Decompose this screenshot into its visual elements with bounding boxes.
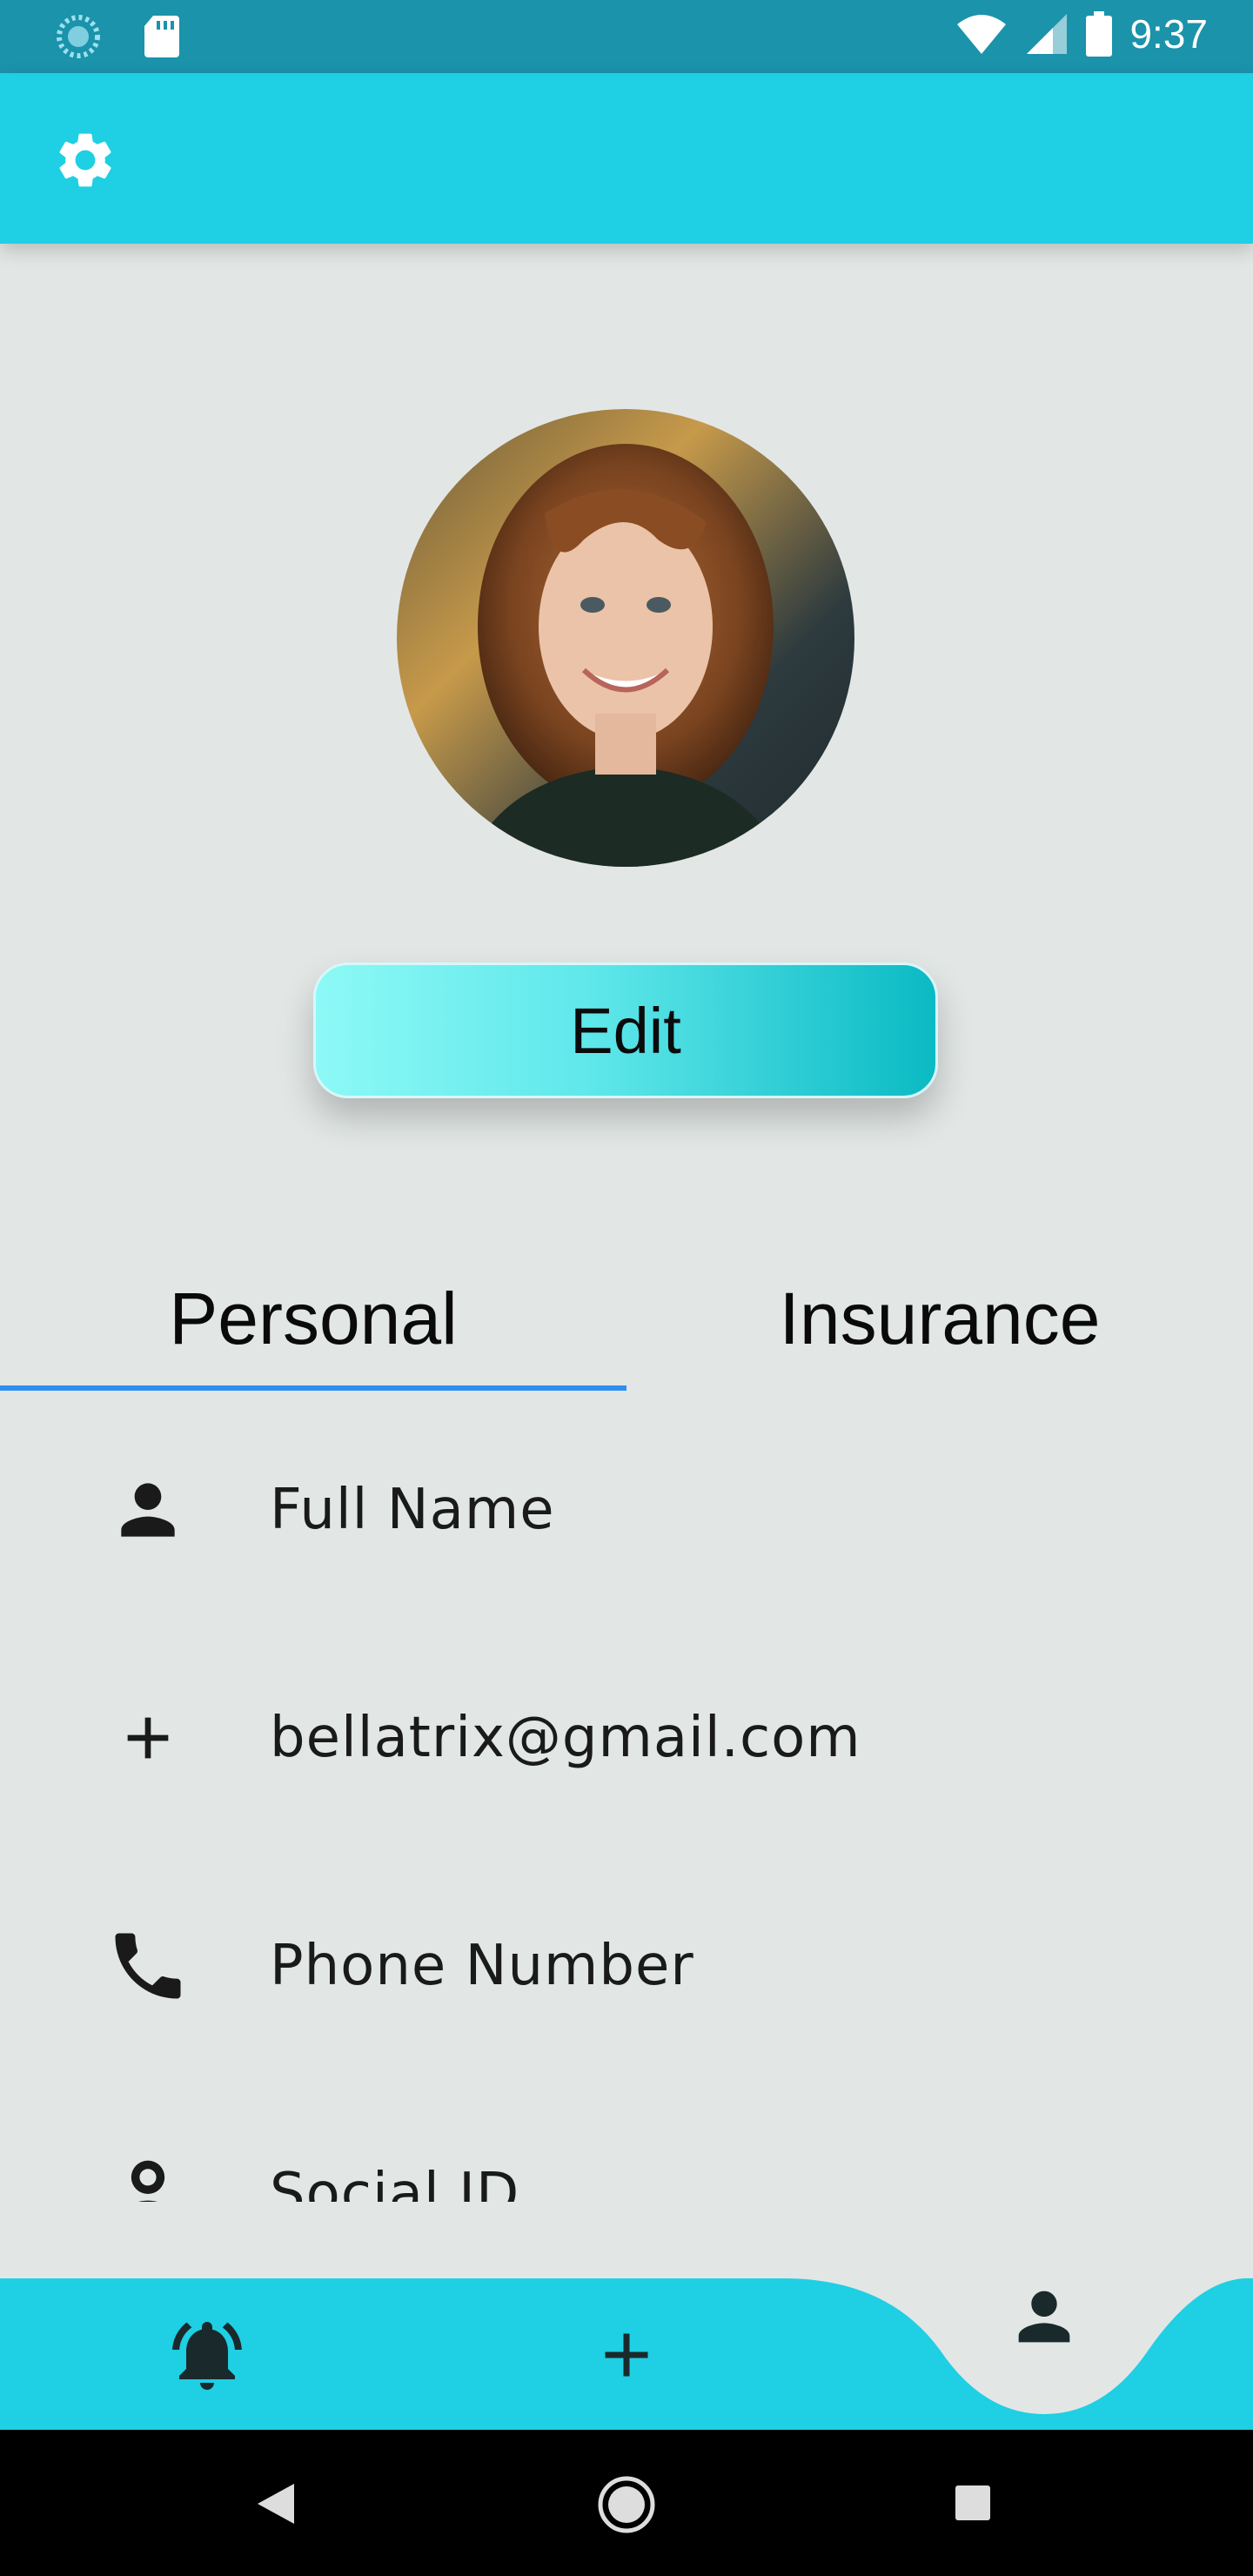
field-label: Full Name bbox=[270, 1478, 555, 1542]
list-item-email[interactable]: bellatrix@gmail.com bbox=[0, 1673, 1253, 1803]
plus-icon bbox=[605, 2333, 648, 2377]
person-icon bbox=[104, 1466, 191, 1553]
field-label: Social ID bbox=[270, 2162, 520, 2202]
tab-personal[interactable]: Personal bbox=[0, 1253, 626, 1392]
phone-icon bbox=[104, 1922, 191, 2009]
nav-notifications[interactable] bbox=[164, 2311, 251, 2398]
tab-indicator bbox=[0, 1385, 626, 1391]
nav-add[interactable] bbox=[583, 2311, 670, 2398]
back-icon[interactable] bbox=[252, 2480, 299, 2527]
app-bar bbox=[0, 73, 1253, 244]
field-label: Phone Number bbox=[270, 1934, 694, 1998]
signal-icon bbox=[1027, 14, 1068, 54]
status-bar: 9:37 bbox=[0, 0, 1253, 73]
clock: 9:37 bbox=[1129, 11, 1208, 57]
person-icon bbox=[1018, 2291, 1070, 2343]
edit-button[interactable]: Edit bbox=[313, 963, 938, 1098]
wifi-icon bbox=[957, 15, 1007, 54]
nav-profile[interactable] bbox=[1001, 2273, 1088, 2360]
profile-field-list: Full Name bellatrix@gmail.com Phone Numb… bbox=[0, 1392, 1253, 2202]
list-item-social-id[interactable]: Social ID bbox=[0, 2129, 1253, 2202]
sd-card-icon bbox=[144, 16, 179, 57]
tab-bar: Personal Insurance bbox=[0, 1253, 1253, 1392]
bottom-navigation bbox=[0, 2263, 1253, 2430]
profile-photo bbox=[397, 409, 854, 867]
bell-icon bbox=[172, 2322, 242, 2390]
system-navigation-bar bbox=[0, 2430, 1253, 2576]
home-icon[interactable] bbox=[597, 2475, 656, 2534]
gear-icon[interactable] bbox=[52, 127, 118, 193]
avatar bbox=[397, 409, 854, 867]
list-item-phone[interactable]: Phone Number bbox=[0, 1901, 1253, 2031]
plus-icon bbox=[104, 1694, 191, 1781]
battery-icon bbox=[1086, 11, 1113, 57]
id-icon bbox=[104, 2150, 191, 2202]
list-item-full-name[interactable]: Full Name bbox=[0, 1445, 1253, 1575]
tab-insurance[interactable]: Insurance bbox=[626, 1253, 1253, 1392]
recents-icon[interactable] bbox=[954, 2484, 992, 2522]
field-label: bellatrix@gmail.com bbox=[270, 1706, 861, 1770]
loading-icon bbox=[57, 15, 100, 58]
